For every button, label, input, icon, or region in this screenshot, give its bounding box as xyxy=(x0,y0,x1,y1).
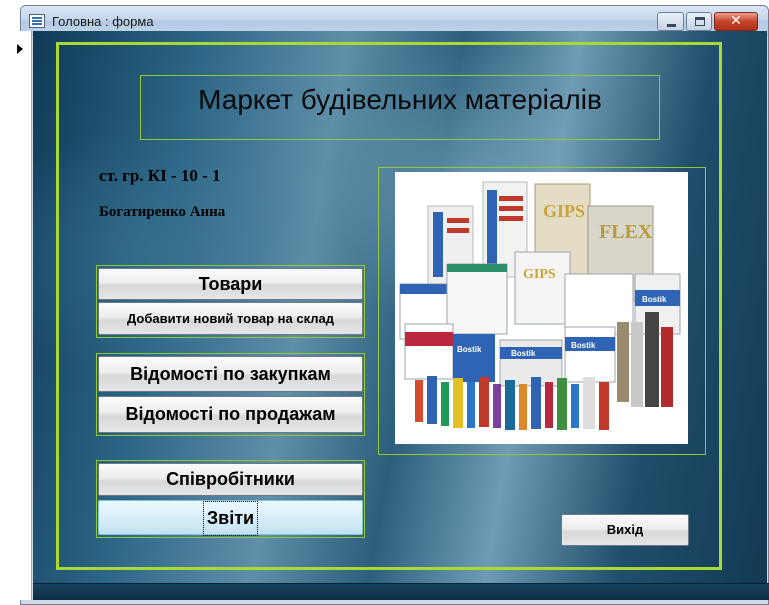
group-label: ст. гр. КІ - 10 - 1 xyxy=(99,166,221,185)
author-label: Богатиренко Анна xyxy=(99,204,226,220)
svg-text:GIPS: GIPS xyxy=(523,267,556,282)
reports-button-label: Звіти xyxy=(202,501,259,536)
svg-text:GIPS: GIPS xyxy=(543,201,585,221)
svg-text:FLEX: FLEX xyxy=(599,221,653,243)
page-title: Маркет будівельних матеріалів xyxy=(198,84,602,115)
maximize-button[interactable] xyxy=(686,12,712,31)
purchases-button[interactable]: Відомості по закупкам xyxy=(98,356,363,392)
current-record-icon xyxy=(17,44,23,54)
add-goods-button[interactable]: Добавити новий товар на склад xyxy=(98,302,363,335)
svg-text:Bostik: Bostik xyxy=(642,295,667,304)
reports-button[interactable]: Звіти xyxy=(98,500,363,536)
form-icon xyxy=(29,14,45,28)
close-button[interactable]: ✕ xyxy=(714,12,758,31)
goods-button[interactable]: Товари xyxy=(98,268,363,300)
products-image: GIPS FLEX GIPS Bostik Bostik Bostik Bost… xyxy=(395,172,688,444)
employees-button[interactable]: Співробітники xyxy=(98,463,363,496)
exit-button[interactable]: Вихід xyxy=(561,514,689,546)
svg-text:Bostik: Bostik xyxy=(457,345,482,354)
maximize-icon xyxy=(695,17,705,26)
record-selector[interactable] xyxy=(20,31,32,600)
window-title: Головна : форма xyxy=(52,14,154,29)
form-footer-bar xyxy=(33,583,769,600)
sales-button[interactable]: Відомості по продажам xyxy=(98,396,363,433)
minimize-button[interactable] xyxy=(657,12,684,31)
minimize-icon xyxy=(667,24,676,27)
svg-text:Bostik: Bostik xyxy=(571,341,596,350)
close-icon: ✕ xyxy=(730,13,742,29)
svg-text:Bostik: Bostik xyxy=(511,349,536,358)
